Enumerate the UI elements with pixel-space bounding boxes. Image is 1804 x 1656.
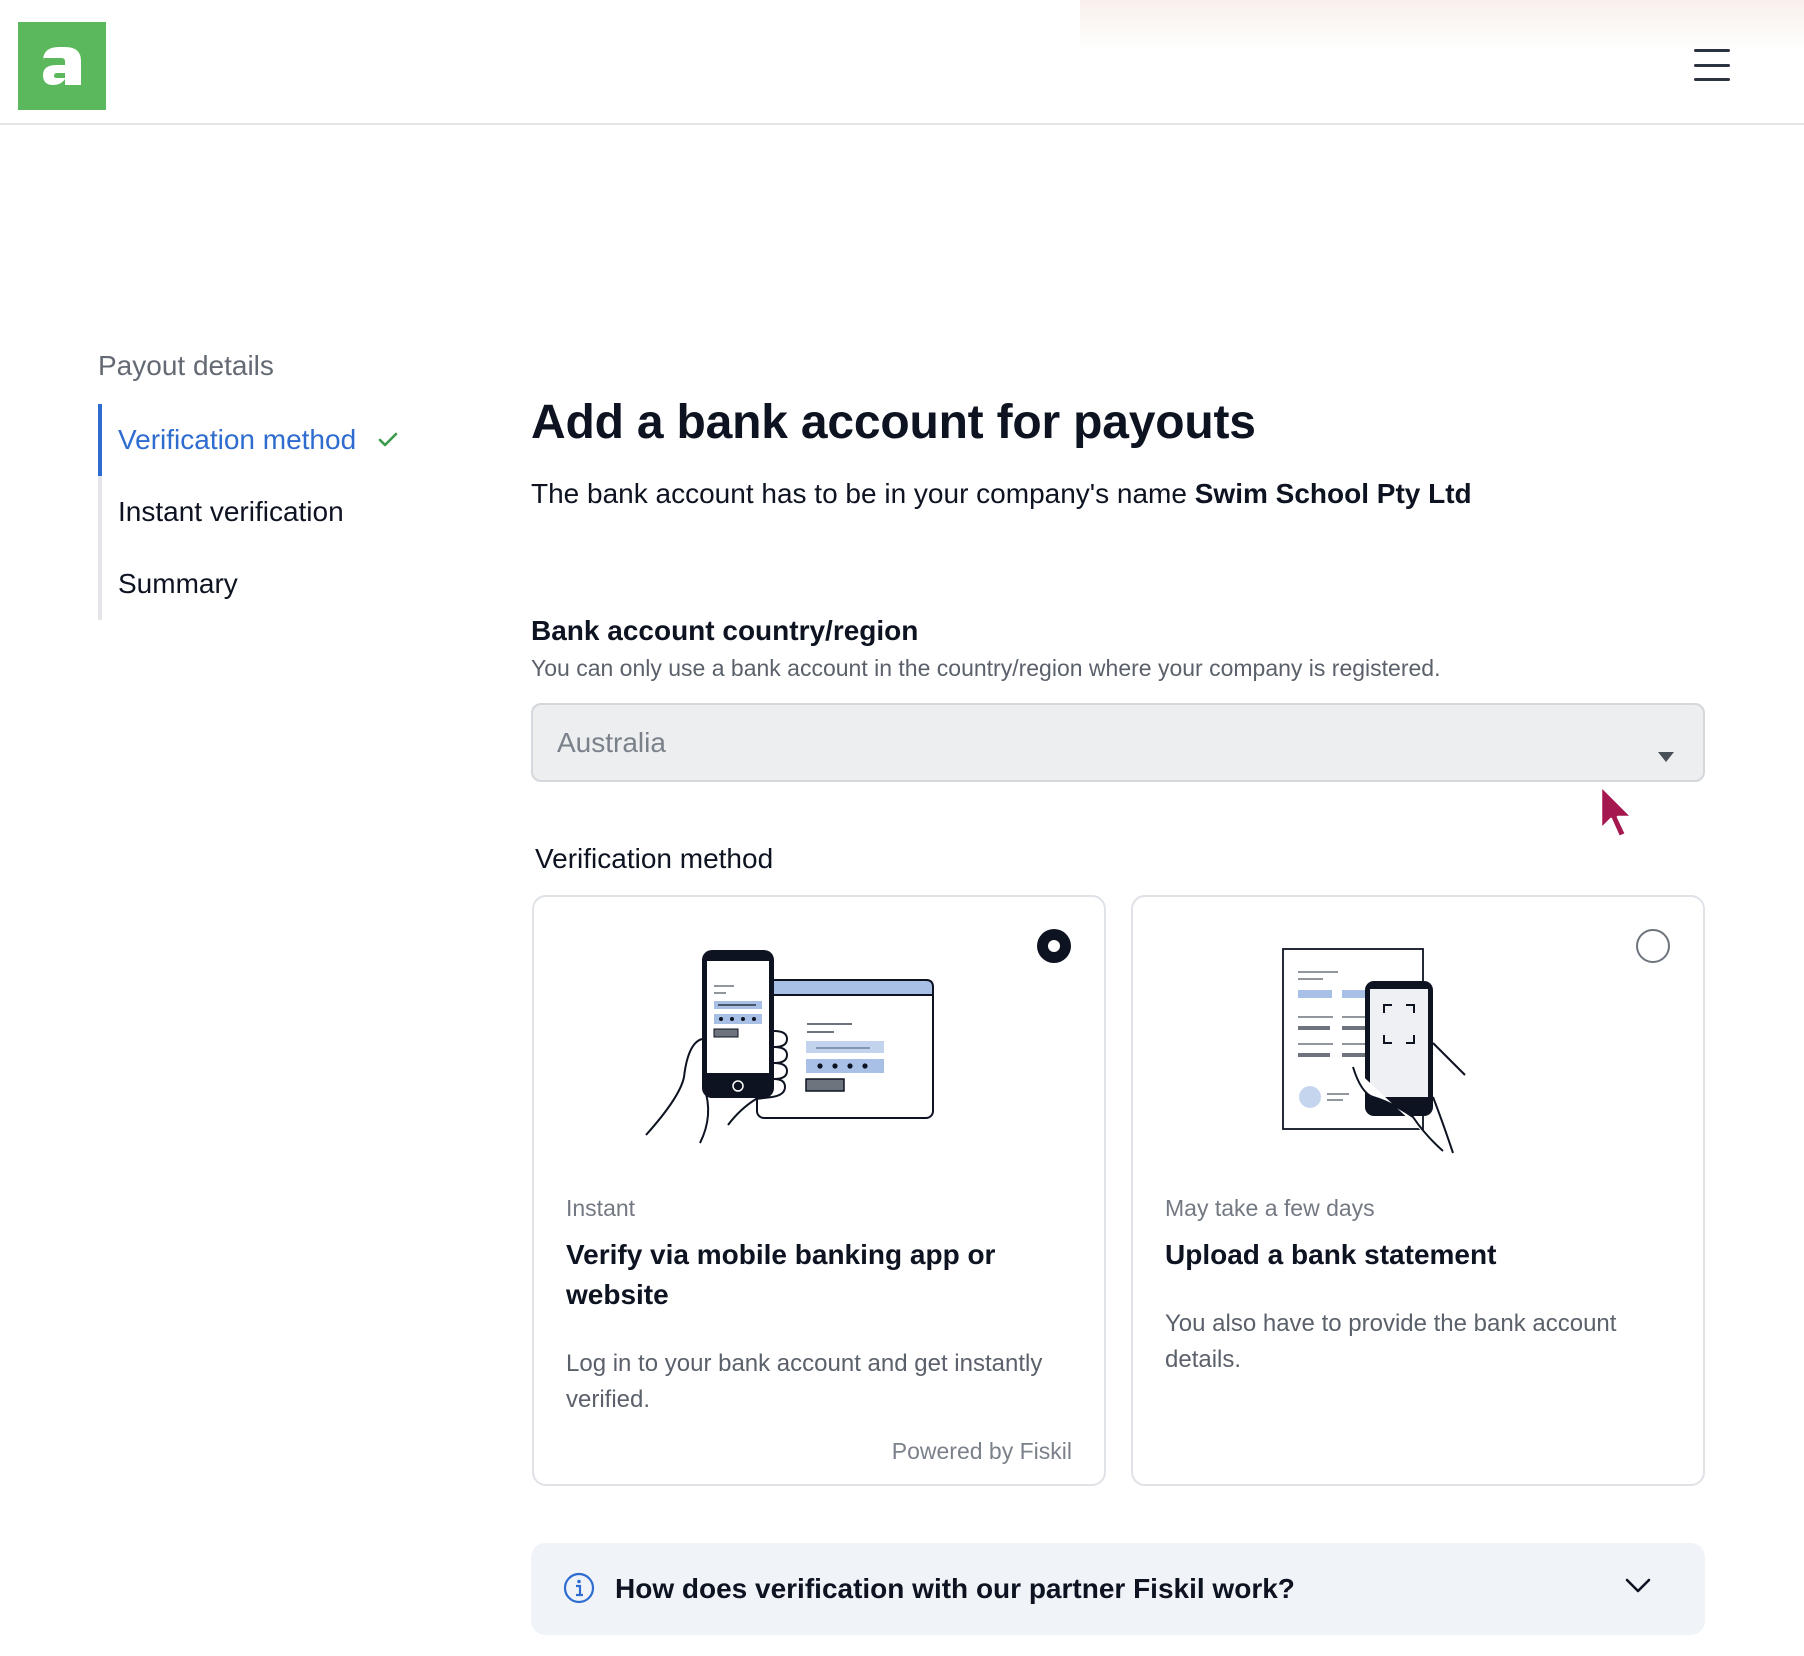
page-title: Add a bank account for payouts <box>531 396 1256 449</box>
step-label: Verification method <box>118 424 357 455</box>
top-bar-shadow <box>1080 0 1804 50</box>
option-eyebrow: Instant <box>566 1195 636 1221</box>
checkmark-icon <box>378 432 398 448</box>
country-select[interactable]: Australia <box>531 703 1705 782</box>
step-instant-verification[interactable]: Instant verification <box>102 476 458 548</box>
option-card-instant[interactable]: Instant Verify via mobile banking app or… <box>532 895 1106 1486</box>
logo-mark-icon <box>43 47 81 85</box>
caret-down-icon <box>1657 738 1675 770</box>
option-title: Verify via mobile banking app or website <box>566 1239 996 1310</box>
subtitle-text: The bank account has to be in your compa… <box>531 478 1187 509</box>
page-subtitle: The bank account has to be in your compa… <box>531 478 1706 510</box>
step-summary[interactable]: Summary <box>102 548 458 620</box>
payout-stepper: Payout details Verification method Insta… <box>98 350 458 620</box>
info-icon <box>563 1572 595 1609</box>
step-verification-method[interactable]: Verification method <box>98 404 458 476</box>
verification-method-label: Verification method <box>535 843 774 874</box>
step-label: Instant verification <box>118 496 344 527</box>
option-eyebrow: May take a few days <box>1165 1195 1375 1221</box>
stepper-title: Payout details <box>98 350 274 381</box>
step-label: Summary <box>118 568 238 599</box>
option-title: Upload a bank statement <box>1165 1239 1497 1270</box>
company-name: Swim School Pty Ltd <box>1194 478 1472 509</box>
phone-and-browser-illustration <box>645 950 934 1144</box>
powered-by-text: Powered by Fiskil <box>891 1438 1072 1464</box>
country-select-value: Australia <box>557 726 666 758</box>
page: Payout details Verification method Insta… <box>0 0 1804 1656</box>
radio-unselected[interactable] <box>1636 929 1670 963</box>
mouse-pointer-icon <box>1599 784 1634 839</box>
country-field-label: Bank account country/region <box>531 615 919 646</box>
brand-logo[interactable] <box>18 22 106 110</box>
faq-question: How does verification with our partner F… <box>615 1573 1295 1604</box>
fiskil-faq-accordion[interactable]: How does verification with our partner F… <box>531 1543 1705 1635</box>
phone-scanning-document-illustration <box>1282 948 1466 1154</box>
country-field-help: You can only use a bank account in the c… <box>531 655 1441 681</box>
stepper-list: Verification method Instant verification… <box>98 404 458 620</box>
radio-selected[interactable] <box>1037 929 1071 963</box>
main-content: Add a bank account for payouts The bank … <box>531 395 1706 510</box>
option-description: You also have to provide the bank accoun… <box>1165 1310 1617 1373</box>
chevron-down-icon <box>1625 1578 1651 1599</box>
top-bar <box>0 0 1804 125</box>
option-description: Log in to your bank account and get inst… <box>566 1350 1043 1413</box>
hamburger-menu-icon[interactable] <box>1690 45 1734 85</box>
option-card-statement[interactable]: May take a few days Upload a bank statem… <box>1131 895 1705 1486</box>
